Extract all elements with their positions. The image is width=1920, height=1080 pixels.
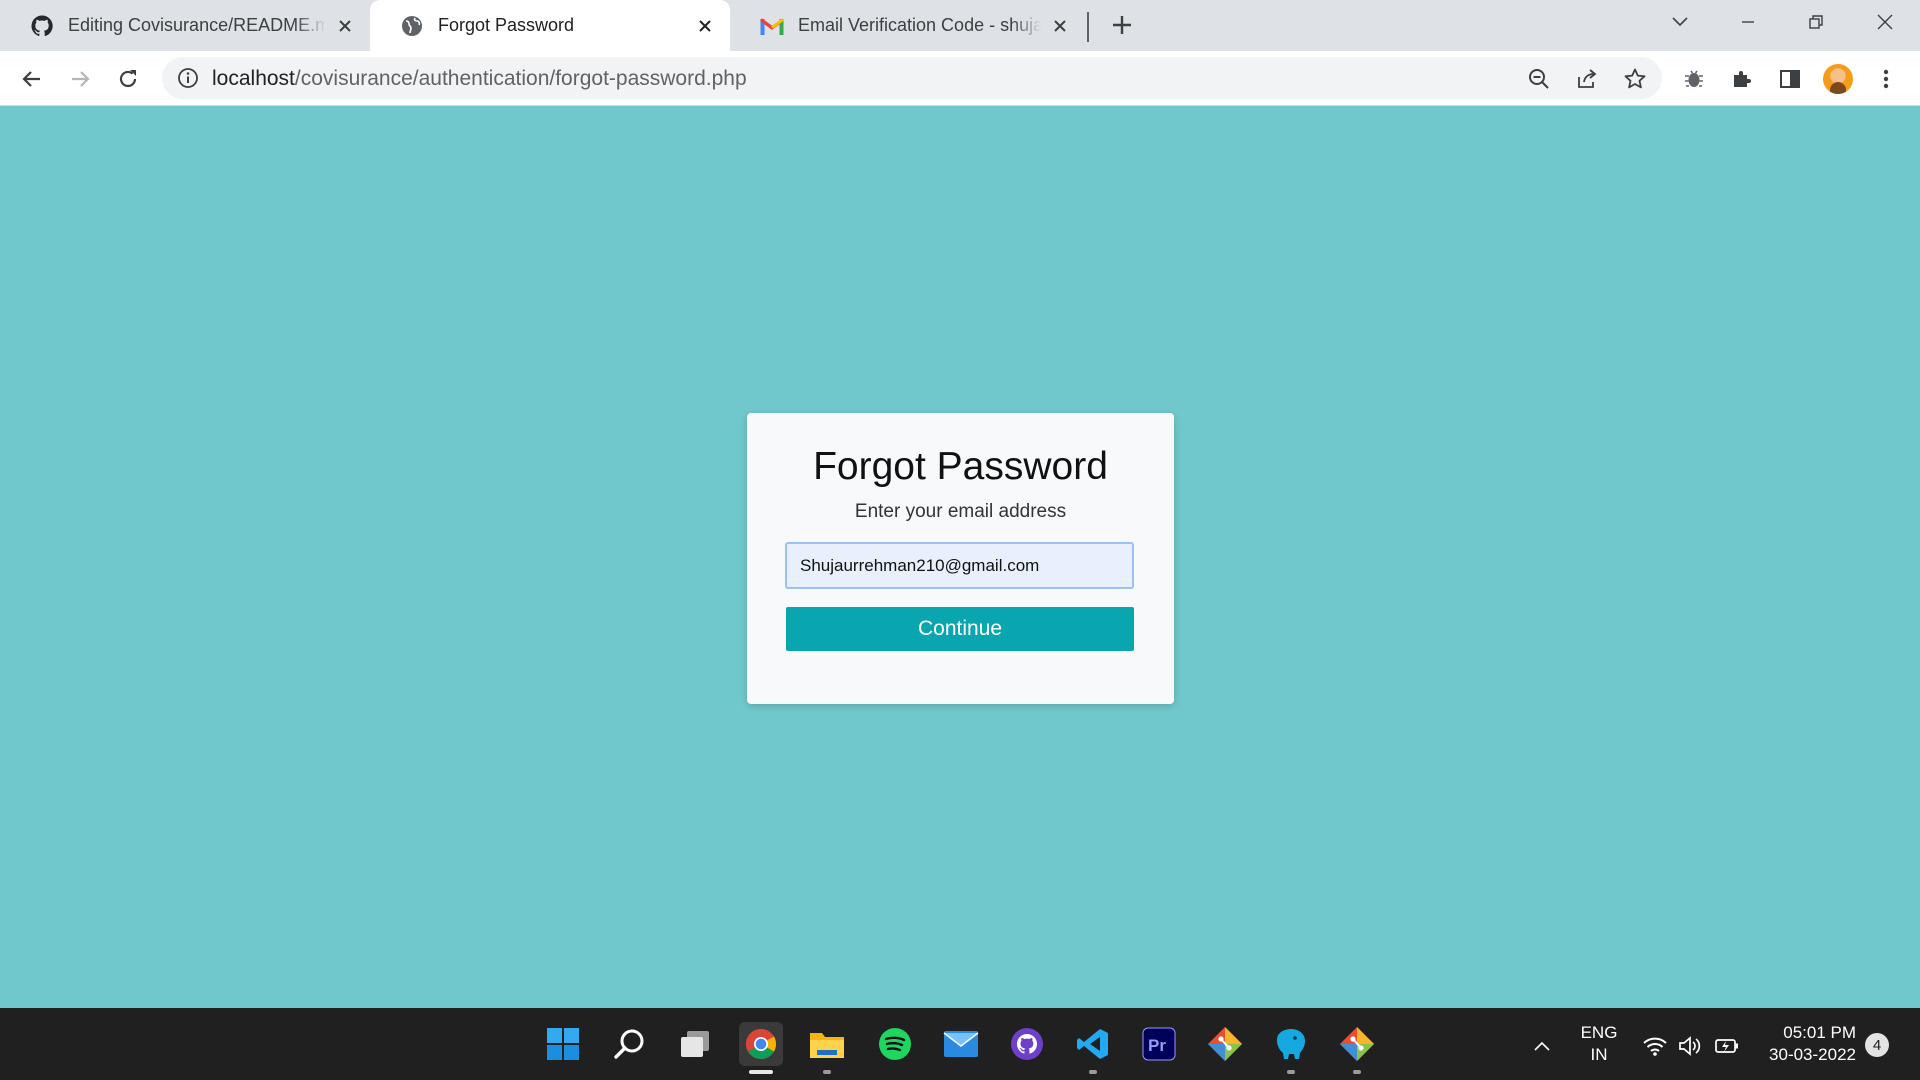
running-indicator	[1089, 1070, 1097, 1074]
premiere-pro-icon[interactable]: Pr	[1137, 1022, 1181, 1066]
url-path: /covisurance/authentication/forgot-passw…	[294, 67, 747, 90]
running-indicator	[1353, 1070, 1361, 1074]
github-desktop-icon[interactable]	[1005, 1022, 1049, 1066]
file-explorer-icon[interactable]	[805, 1022, 849, 1074]
clock-date: 30-03-2022	[1769, 1045, 1856, 1064]
page-title: Forgot Password	[813, 445, 1108, 488]
battery-charging-icon[interactable]	[1713, 1032, 1741, 1060]
restore-icon	[1809, 15, 1823, 29]
arrow-right-icon	[72, 71, 90, 87]
close-icon	[1877, 14, 1893, 30]
email-field[interactable]	[785, 542, 1134, 589]
mail-icon[interactable]	[939, 1022, 983, 1066]
arrow-left-icon	[22, 71, 40, 87]
tab-strip: Editing Covisurance/README.md Forgot Pas…	[0, 0, 1920, 51]
chevron-down-icon	[1672, 17, 1688, 27]
mysql-icon[interactable]	[1269, 1022, 1313, 1074]
language-indicator[interactable]: ENG IN	[1574, 1022, 1624, 1066]
windows-taskbar: Pr ENG IN 05:01 PM 30-03-2022	[0, 1008, 1920, 1080]
tab-title: Email Verification Code - shujaurrehman2…	[798, 15, 1041, 35]
bookmark-star-icon[interactable]	[1620, 64, 1650, 94]
page-subtitle: Enter your email address	[854, 501, 1067, 522]
globe-icon	[400, 14, 424, 38]
tab-github-readme[interactable]: Editing Covisurance/README.md	[0, 0, 370, 51]
forgot-password-card: Forgot Password Enter your email address…	[747, 413, 1174, 704]
continue-button[interactable]: Continue	[786, 607, 1134, 651]
close-icon[interactable]	[334, 15, 356, 37]
reload-button[interactable]	[110, 61, 146, 97]
volume-icon[interactable]	[1677, 1032, 1705, 1060]
running-indicator	[749, 1070, 773, 1074]
site-info-icon[interactable]	[176, 66, 200, 90]
close-window-button[interactable]	[1855, 0, 1915, 44]
vscode-icon[interactable]	[1071, 1022, 1115, 1074]
side-panel-icon[interactable]	[1774, 63, 1806, 95]
svg-text:Pr: Pr	[1148, 1036, 1166, 1055]
gmail-icon	[760, 14, 784, 38]
github-icon	[30, 14, 54, 38]
chevron-up-icon[interactable]	[1528, 1032, 1556, 1060]
windows-start-icon[interactable]	[541, 1022, 585, 1066]
zoom-icon[interactable]	[1524, 64, 1554, 94]
running-indicator	[1287, 1070, 1295, 1074]
bug-extension-icon[interactable]	[1678, 63, 1710, 95]
tab-title: Forgot Password	[438, 15, 575, 35]
tab-title: Editing Covisurance/README.md	[68, 15, 326, 35]
search-icon[interactable]	[607, 1022, 651, 1066]
reload-icon	[119, 70, 137, 88]
region-code: IN	[1590, 1045, 1608, 1064]
kebab-menu-icon[interactable]	[1870, 63, 1902, 95]
wifi-icon[interactable]	[1641, 1032, 1669, 1060]
tab-separator	[1087, 12, 1089, 42]
browser-toolbar: localhost/covisurance/authentication/for…	[0, 51, 1920, 106]
running-indicator	[823, 1070, 831, 1074]
clock[interactable]: 05:01 PM 30-03-2022	[1752, 1022, 1856, 1066]
tab-forgot-password[interactable]: Forgot Password	[370, 0, 730, 51]
minimize-icon	[1742, 21, 1754, 23]
chrome-icon[interactable]	[739, 1022, 783, 1074]
back-button[interactable]	[14, 61, 50, 97]
new-tab-button[interactable]	[1105, 8, 1139, 42]
address-bar[interactable]: localhost/covisurance/authentication/for…	[162, 57, 1662, 99]
tab-search-button[interactable]	[1650, 0, 1710, 44]
url-text: localhost/covisurance/authentication/for…	[212, 67, 747, 91]
forward-button[interactable]	[62, 61, 98, 97]
close-icon[interactable]	[1049, 15, 1071, 37]
task-view-icon[interactable]	[673, 1022, 717, 1066]
tab-email-verification[interactable]: Email Verification Code - shujaurrehman2…	[730, 0, 1085, 51]
minimize-button[interactable]	[1718, 0, 1778, 44]
spotify-icon[interactable]	[873, 1022, 917, 1066]
profile-avatar[interactable]	[1823, 64, 1853, 94]
extensions-puzzle-icon[interactable]	[1726, 63, 1758, 95]
language-code: ENG	[1580, 1023, 1618, 1042]
share-icon[interactable]	[1572, 64, 1602, 94]
git-icon[interactable]	[1203, 1022, 1247, 1066]
plus-icon	[1113, 16, 1131, 34]
restore-button[interactable]	[1786, 0, 1846, 44]
notification-badge[interactable]: 4	[1865, 1033, 1889, 1057]
url-host: localhost	[212, 67, 295, 90]
close-icon[interactable]	[694, 15, 716, 37]
git-icon[interactable]	[1335, 1022, 1379, 1074]
clock-time: 05:01 PM	[1783, 1023, 1856, 1042]
